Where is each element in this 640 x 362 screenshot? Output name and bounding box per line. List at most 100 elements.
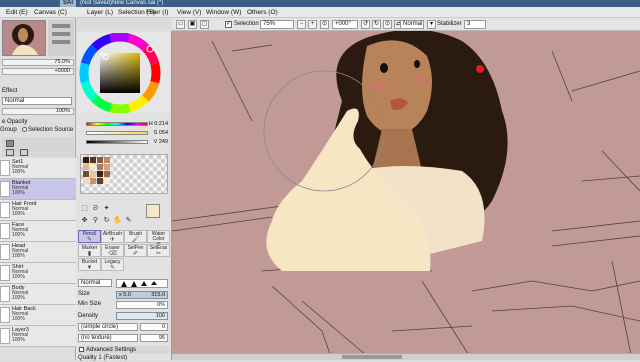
eyedropper-tool-icon[interactable]: ✎	[124, 216, 133, 225]
color-swatch[interactable]	[90, 171, 96, 177]
stabilizer-dropdown[interactable]: 3	[464, 20, 486, 29]
saturation-slider[interactable]: S 054	[82, 130, 168, 136]
blend-mode-dropdown[interactable]: Normal	[400, 20, 424, 29]
brush-shape-icon[interactable]	[121, 281, 127, 287]
brush-tool-seleras[interactable]: SelEras ✂	[147, 244, 170, 257]
density-slider[interactable]: 100	[116, 312, 168, 320]
menu-filter[interactable]: Filter (I)	[146, 8, 168, 17]
hue-slider[interactable]: H 0:214	[82, 121, 168, 127]
layer-row[interactable]: Blanket Normal 100%	[0, 179, 76, 200]
saturation-bar[interactable]	[86, 131, 148, 135]
deselect-button[interactable]: ▭	[176, 20, 185, 29]
color-swatch[interactable]	[83, 164, 89, 170]
brush-shape-icon[interactable]	[151, 281, 157, 285]
layer-row[interactable]: Layer3 Normal 100%	[0, 326, 76, 347]
scrollbar-thumb[interactable]	[342, 355, 402, 359]
magic-wand-tool-icon[interactable]: ✦	[102, 204, 111, 213]
invert-selection-button[interactable]: ▣	[188, 20, 197, 29]
layer-row[interactable]: Head Normal 100%	[0, 242, 76, 263]
color-swatch[interactable]	[97, 178, 103, 184]
layer-row[interactable]: Hair Back Normal 100%	[0, 305, 76, 326]
brush-shape-icon[interactable]	[131, 281, 137, 287]
layer-row[interactable]: Shirt Normal 100%	[0, 263, 76, 284]
color-swatch[interactable]	[97, 164, 103, 170]
preserve-opacity-checkbox[interactable]: e Opacity	[2, 119, 27, 126]
advanced-settings-toggle[interactable]: Advanced Settings	[78, 346, 170, 354]
color-swatch[interactable]	[104, 171, 110, 177]
hand-tool-icon[interactable]: ✋	[113, 216, 122, 225]
brush-shape-dropdown[interactable]: (simple circle)	[78, 323, 138, 331]
size-multiplier[interactable]: x 5.0	[119, 292, 131, 298]
menu-window[interactable]: Window (W)	[206, 8, 241, 17]
layer-row[interactable]: Body Normal 100%	[0, 284, 76, 305]
quality-row[interactable]: Quality 1 (Fastest)	[78, 355, 127, 362]
layer-row[interactable]: Face Normal 100%	[0, 221, 76, 242]
marquee-tool-icon[interactable]: ⬚	[80, 204, 89, 213]
lasso-tool-icon[interactable]: ᘐ	[91, 204, 100, 213]
size-slider[interactable]: x 5.0 315.0	[116, 291, 168, 299]
new-layer-icon[interactable]	[6, 140, 14, 147]
color-swatch[interactable]	[97, 171, 103, 177]
rotate-left-button[interactable]: ↺	[361, 20, 370, 29]
menu-others[interactable]: Others (O)	[247, 8, 278, 17]
hue-bar[interactable]	[86, 122, 148, 126]
rotate-tool-icon[interactable]: ↻	[102, 216, 111, 225]
swatch-palette[interactable]	[80, 154, 168, 194]
color-swatch[interactable]	[83, 157, 89, 163]
brush-shape-strength[interactable]: 0	[140, 323, 168, 331]
brush-shape-selector[interactable]	[116, 279, 168, 288]
rotate-right-button[interactable]: ↻	[372, 20, 381, 29]
menu-edit[interactable]: Edit (E)	[6, 8, 28, 17]
zoom-tool-icon[interactable]: ⚲	[91, 216, 100, 225]
color-swatch[interactable]	[90, 164, 96, 170]
brush-tool-legacy[interactable]: Legacy ✎	[101, 258, 124, 271]
min-size-slider[interactable]: 0%	[116, 301, 168, 309]
brush-tool-bucket[interactable]: Bucket ▼	[78, 258, 101, 271]
menu-canvas[interactable]: Canvas (C)	[34, 8, 67, 17]
mode-toggle-button[interactable]: ▾	[427, 20, 436, 29]
menu-layer[interactable]: Layer (L)	[87, 8, 113, 17]
brush-tool-selpen[interactable]: SelPen ✐	[124, 244, 147, 257]
color-wheel[interactable]	[78, 32, 170, 114]
rotation-dropdown[interactable]: +000°	[332, 20, 358, 29]
zoom-reset-button[interactable]: ⊙	[320, 20, 329, 29]
navigator-zoom-slider[interactable]: 75.0%	[2, 59, 74, 66]
selection-source-radio[interactable]	[22, 127, 27, 132]
navigator-zoom-out-icon[interactable]	[52, 32, 70, 36]
brush-mode-dropdown[interactable]: Normal	[78, 279, 112, 287]
menu-view[interactable]: View (V)	[177, 8, 201, 17]
brush-tool-water-color[interactable]: Water Color◍	[147, 230, 170, 248]
brush-tool-marker[interactable]: Marker ▮	[78, 244, 101, 257]
rotate-reset-button[interactable]: ⊙	[383, 20, 392, 29]
clipping-group-checkbox[interactable]: Group	[0, 127, 17, 134]
move-tool-icon[interactable]: ✥	[80, 216, 89, 225]
current-color-swatch[interactable]	[146, 204, 160, 218]
color-swatch[interactable]	[104, 178, 110, 184]
new-layer-set-icon[interactable]	[6, 149, 14, 156]
advanced-settings-checkbox[interactable]	[79, 346, 84, 352]
color-swatch[interactable]	[90, 178, 96, 184]
brush-tool-brush[interactable]: Brush 🖌	[124, 230, 147, 243]
brush-tool-airbrush[interactable]: AirBrush ✈	[101, 230, 124, 243]
zoom-out-button[interactable]: −	[297, 20, 306, 29]
brush-tool-eraser[interactable]: Eraser ⌫	[101, 244, 124, 257]
brush-shape-icon[interactable]	[141, 281, 147, 286]
color-swatch[interactable]	[90, 157, 96, 163]
value-slider[interactable]: V 249	[82, 139, 168, 145]
delete-layer-icon[interactable]	[20, 149, 28, 156]
navigator-zoom-in-icon[interactable]	[52, 24, 70, 28]
color-swatch[interactable]	[97, 157, 103, 163]
selection-checkbox[interactable]: ✓	[225, 21, 232, 28]
drawing-canvas[interactable]	[172, 31, 640, 360]
layer-opacity-slider[interactable]: 100%	[2, 108, 74, 115]
color-swatch[interactable]	[104, 157, 110, 163]
color-swatch[interactable]	[104, 164, 110, 170]
brush-texture-strength[interactable]: 95	[140, 334, 168, 342]
navigator-angle-slider[interactable]: +0000	[2, 68, 74, 75]
brush-tool-pencil[interactable]: Pencil ✎	[78, 230, 101, 243]
zoom-in-button[interactable]: +	[308, 20, 317, 29]
layer-mode-dropdown[interactable]: Normal	[2, 97, 72, 105]
value-bar[interactable]	[86, 140, 148, 144]
selection-source-checkbox[interactable]: Selection Source	[22, 127, 73, 134]
canvas-horizontal-scrollbar[interactable]	[172, 353, 640, 360]
